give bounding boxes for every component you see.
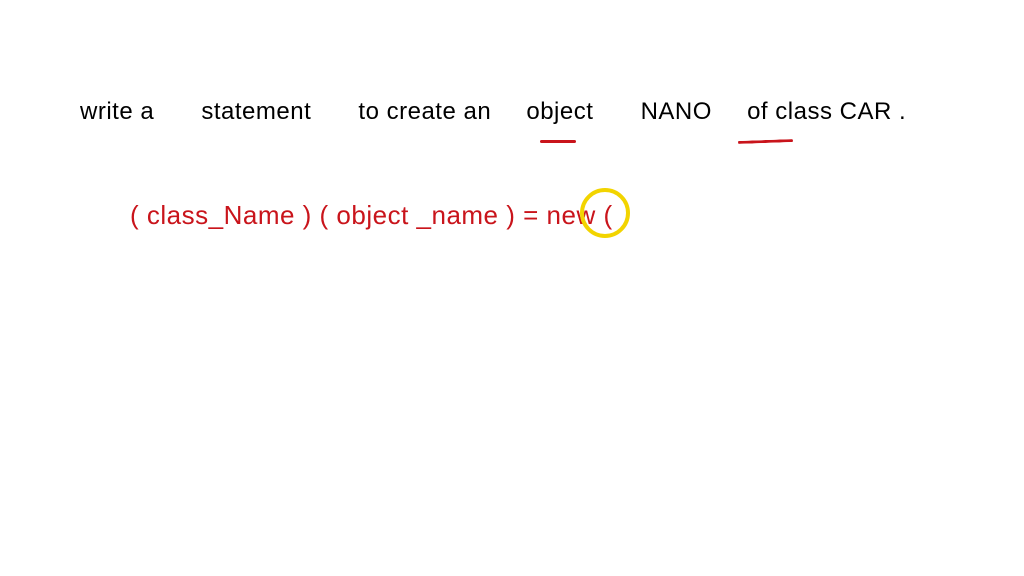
q-word-object: object xyxy=(526,98,593,126)
q-word-class: of class CAR . xyxy=(747,98,906,126)
q-word-nano: NANO xyxy=(641,98,712,126)
underline-object xyxy=(540,140,576,143)
q-word: to create an xyxy=(358,98,491,126)
syntax-line: ( class_Name ) ( object _name ) = new ( xyxy=(130,200,613,231)
question-line: write a statement to create an object NA… xyxy=(80,98,944,126)
highlight-circle-icon xyxy=(580,188,630,238)
whiteboard-canvas: write a statement to create an object NA… xyxy=(0,0,1024,576)
q-word: statement xyxy=(201,98,311,126)
q-word: write a xyxy=(80,98,154,126)
syntax-text: ( class_Name ) ( object _name ) = new ( xyxy=(130,200,613,230)
underline-of-class xyxy=(738,139,793,144)
